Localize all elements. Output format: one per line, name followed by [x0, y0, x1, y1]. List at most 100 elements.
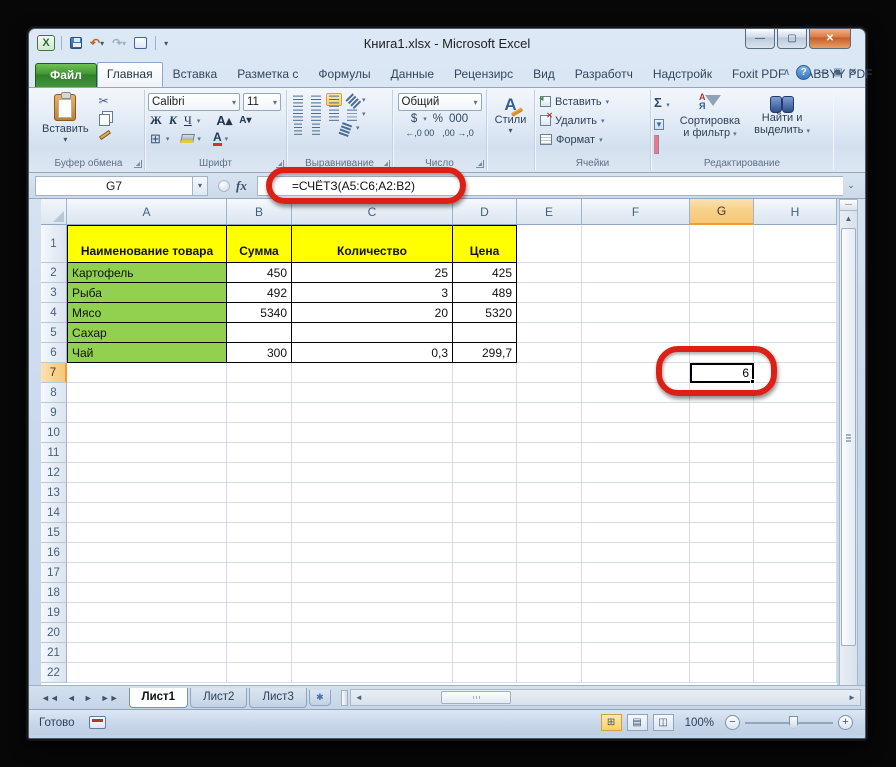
cell-B11[interactable]: [227, 443, 292, 463]
cell-G22[interactable]: [690, 663, 754, 683]
cell-A12[interactable]: [67, 463, 227, 483]
cell-B3[interactable]: 492: [227, 283, 292, 303]
cell-G11[interactable]: [690, 443, 754, 463]
font-size-select[interactable]: 11 ▾: [243, 93, 281, 111]
cell-F5[interactable]: [582, 323, 690, 343]
cell-H14[interactable]: [754, 503, 837, 523]
sheet-tab-лист3[interactable]: Лист3: [249, 687, 307, 708]
row-header-13[interactable]: 13: [41, 483, 67, 503]
cell-A21[interactable]: [67, 643, 227, 663]
ribbon-tab-формулы[interactable]: Формулы: [308, 62, 380, 87]
view-page-break-button[interactable]: ◫: [652, 714, 674, 731]
workbook-minimize-icon[interactable]: —: [817, 67, 827, 78]
row-header-16[interactable]: 16: [41, 543, 67, 563]
cell-F22[interactable]: [582, 663, 690, 683]
cell-F3[interactable]: [582, 283, 690, 303]
cell-E7[interactable]: [517, 363, 582, 383]
cell-A9[interactable]: [67, 403, 227, 423]
workbook-close-icon[interactable]: ✕: [849, 67, 857, 78]
cell-C11[interactable]: [292, 443, 453, 463]
cell-B10[interactable]: [227, 423, 292, 443]
cell-H11[interactable]: [754, 443, 837, 463]
cell-A10[interactable]: [67, 423, 227, 443]
cell-H22[interactable]: [754, 663, 837, 683]
row-header-8[interactable]: 8: [41, 383, 67, 403]
cell-B5[interactable]: [227, 323, 292, 343]
macro-record-icon[interactable]: [88, 716, 106, 729]
split-handle[interactable]: —: [840, 200, 857, 211]
cell-G10[interactable]: [690, 423, 754, 443]
cell-D18[interactable]: [453, 583, 517, 603]
view-normal-button[interactable]: ⊞: [600, 714, 622, 731]
cell-E18[interactable]: [517, 583, 582, 603]
expand-formula-bar-icon[interactable]: ⌄: [843, 180, 859, 191]
dialog-launcher-icon[interactable]: [134, 160, 142, 168]
cell-F6[interactable]: [582, 343, 690, 363]
cell-H6[interactable]: [754, 343, 837, 363]
cell-B13[interactable]: [227, 483, 292, 503]
cell-H13[interactable]: [754, 483, 837, 503]
cell-E13[interactable]: [517, 483, 582, 503]
ribbon-tab-главная[interactable]: Главная: [96, 62, 163, 87]
cell-A14[interactable]: [67, 503, 227, 523]
format-cells-button[interactable]: Формат ▾: [538, 130, 647, 149]
clear-button[interactable]: [654, 135, 670, 154]
column-header-h[interactable]: H: [754, 199, 837, 225]
zoom-slider-thumb[interactable]: [789, 715, 798, 729]
cell-F16[interactable]: [582, 543, 690, 563]
view-page-layout-button[interactable]: ▤: [626, 714, 648, 731]
column-header-a[interactable]: A: [67, 199, 227, 225]
tab-split-handle[interactable]: [340, 689, 348, 706]
cell-F15[interactable]: [582, 523, 690, 543]
sort-filter-button[interactable]: АЯ Сортировка и фильтр ▾: [676, 92, 744, 154]
ribbon-tab-надстройк[interactable]: Надстройк: [643, 62, 722, 87]
formula-input[interactable]: =СЧЁТЗ(A5:C6;A2:B2): [256, 175, 843, 196]
cell-A3[interactable]: Рыба: [67, 283, 227, 303]
cell-B14[interactable]: [227, 503, 292, 523]
selected-cell-g7[interactable]: 6: [690, 363, 755, 384]
cell-E19[interactable]: [517, 603, 582, 623]
cell-G4[interactable]: [690, 303, 754, 323]
cell-G16[interactable]: [690, 543, 754, 563]
align-middle-button[interactable]: [308, 93, 324, 106]
cell-H16[interactable]: [754, 543, 837, 563]
cell-D13[interactable]: [453, 483, 517, 503]
cell-F13[interactable]: [582, 483, 690, 503]
cell-F2[interactable]: [582, 263, 690, 283]
cell-E12[interactable]: [517, 463, 582, 483]
minimize-button[interactable]: —: [745, 29, 775, 49]
cell-F14[interactable]: [582, 503, 690, 523]
cell-G21[interactable]: [690, 643, 754, 663]
cell-A20[interactable]: [67, 623, 227, 643]
restore-button[interactable]: ▢: [777, 29, 807, 49]
percent-button[interactable]: %: [433, 113, 443, 125]
dialog-launcher-icon[interactable]: [276, 160, 284, 168]
cell-F10[interactable]: [582, 423, 690, 443]
ribbon-tab-разработч[interactable]: Разработч: [565, 62, 643, 87]
cell-G2[interactable]: [690, 263, 754, 283]
cell-H19[interactable]: [754, 603, 837, 623]
scroll-up-icon[interactable]: ▲: [840, 211, 857, 226]
ribbon-tab-вставка[interactable]: Вставка: [163, 62, 228, 87]
align-bottom-button[interactable]: [326, 93, 342, 106]
select-all-corner[interactable]: [41, 199, 67, 225]
sheet-tab-лист2[interactable]: Лист2: [190, 687, 248, 708]
cell-H4[interactable]: [754, 303, 837, 323]
ribbon-tab-разметка-с[interactable]: Разметка с: [227, 62, 308, 87]
scroll-right-icon[interactable]: ►: [844, 693, 860, 702]
row-header-5[interactable]: 5: [41, 323, 67, 343]
format-painter-button[interactable]: [98, 129, 111, 141]
ribbon-tab-данные[interactable]: Данные: [381, 62, 444, 87]
scroll-left-icon[interactable]: ◄: [351, 693, 367, 702]
cell-E21[interactable]: [517, 643, 582, 663]
row-header-19[interactable]: 19: [41, 603, 67, 623]
row-header-10[interactable]: 10: [41, 423, 67, 443]
column-header-e[interactable]: E: [517, 199, 582, 225]
cell-H21[interactable]: [754, 643, 837, 663]
zoom-in-button[interactable]: +: [838, 715, 853, 730]
fill-handle[interactable]: [750, 379, 755, 384]
cell-D4[interactable]: 5320: [453, 303, 517, 323]
cell-C18[interactable]: [292, 583, 453, 603]
delete-cells-button[interactable]: Удалить▾: [538, 111, 647, 130]
horizontal-scrollbar[interactable]: ◄ ►: [349, 689, 861, 706]
